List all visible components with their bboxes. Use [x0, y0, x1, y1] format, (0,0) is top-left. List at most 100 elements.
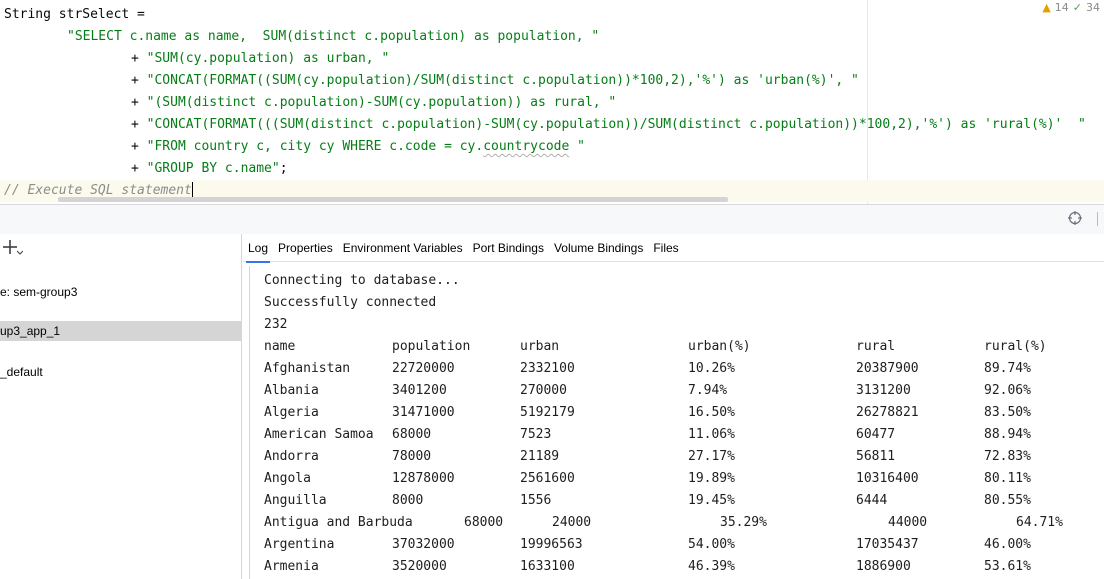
inspection-widget[interactable]: ▲ 14 ✓ 34 [1042, 0, 1100, 16]
log-table-cell: 2332100 [520, 361, 575, 376]
warning-count: 14 [1054, 1, 1069, 14]
log-line: 232 [264, 317, 288, 332]
log-table-cell: 53.61% [984, 559, 1031, 574]
code-line: + "(SUM(distinct c.population)-SUM(cy.po… [131, 92, 616, 114]
tab-files[interactable]: Files [648, 234, 683, 262]
log-table-cell: 35.29% [720, 515, 767, 530]
tab-properties[interactable]: Properties [273, 234, 338, 262]
log-table-cell: 78000 [392, 449, 432, 464]
log-table-cell: 64.71% [1016, 515, 1063, 530]
log-column-header: rural [856, 339, 896, 354]
code-line: String strSelect = [4, 4, 145, 26]
add-icon[interactable] [3, 238, 23, 256]
statement-terminator: ; [279, 161, 288, 176]
log-table-cell: Anguilla [264, 493, 327, 508]
code-line: "SELECT c.name as name, SUM(distinct c.p… [67, 26, 599, 48]
log-table-cell: Antigua and Barbuda [264, 515, 413, 530]
log-table-cell: 20387900 [856, 361, 919, 376]
string-literal: "SUM(cy.population) as urban, " [146, 51, 390, 66]
log-table-cell: Argentina [264, 537, 335, 552]
right-margin-guide [867, 0, 868, 204]
concat-operator: + [131, 117, 147, 132]
tool-window-header [0, 204, 1104, 234]
tree-item-network[interactable]: _default [0, 362, 43, 382]
log-table-cell: 8000 [392, 493, 424, 508]
log-table-cell: 21189 [520, 449, 560, 464]
log-table-cell: Albania [264, 383, 319, 398]
log-table-cell: 6444 [856, 493, 888, 508]
log-table-cell: 10.26% [688, 361, 735, 376]
log-table-cell: 11.06% [688, 427, 735, 442]
string-literal: "GROUP BY c.name" [146, 161, 280, 176]
log-table-cell: 80.55% [984, 493, 1031, 508]
log-table-cell: American Samoa [264, 427, 374, 442]
log-column-header: rural(%) [984, 339, 1047, 354]
log-table-cell: 7523 [520, 427, 552, 442]
crosshair-icon[interactable] [1068, 211, 1082, 225]
tab-volume-bindings[interactable]: Volume Bindings [549, 234, 648, 262]
log-table-cell: 27.17% [688, 449, 735, 464]
log-table-cell: 7.94% [688, 383, 728, 398]
log-table-cell: 22720000 [392, 361, 455, 376]
horizontal-scrollbar[interactable] [58, 197, 728, 202]
log-column-header: urban [520, 339, 560, 354]
services-tree: e: sem-group3 up3_app_1 _default [0, 234, 242, 579]
log-table-cell: 5192179 [520, 405, 575, 420]
code-line: + "FROM country c, city cy WHERE c.code … [131, 136, 585, 158]
log-line: Connecting to database... [264, 273, 460, 288]
tab-port-bindings[interactable]: Port Bindings [468, 234, 549, 262]
string-literal: "FROM country c, city cy WHERE c.code = … [146, 139, 585, 154]
log-table-cell: 2561600 [520, 471, 575, 486]
log-table-cell: 1556 [520, 493, 552, 508]
log-table-cell: 60477 [856, 427, 896, 442]
details-tabs: Log Properties Environment Variables Por… [243, 234, 1104, 263]
log-table-cell: 19996563 [520, 537, 583, 552]
concat-operator: + [131, 95, 147, 110]
log-table-cell: 26278821 [856, 405, 919, 420]
log-table-cell: 54.00% [688, 537, 735, 552]
check-count: 34 [1086, 1, 1100, 14]
warning-icon: ▲ [1042, 1, 1051, 14]
log-table-cell: 92.06% [984, 383, 1031, 398]
log-table-cell: 88.94% [984, 427, 1031, 442]
log-table-cell: Angola [264, 471, 311, 486]
code-line: + "CONCAT(FORMAT((SUM(cy.population)/SUM… [131, 70, 859, 92]
log-table-cell: 3520000 [392, 559, 447, 574]
concat-operator: + [131, 161, 147, 176]
tab-environment-variables[interactable]: Environment Variables [338, 234, 468, 262]
log-line: Successfully connected [264, 295, 437, 310]
code-editor[interactable]: ▲ 14 ✓ 34 String strSelect = "SELECT c.n… [0, 0, 1104, 204]
log-column-header: population [392, 339, 471, 354]
log-table-cell: 72.83% [984, 449, 1031, 464]
log-table-cell: 24000 [552, 515, 592, 530]
code-line: + "SUM(cy.population) as urban, " [131, 48, 389, 70]
log-table-cell: 68000 [464, 515, 504, 530]
tree-item-label: e: sem-group3 [0, 285, 78, 299]
concat-operator: + [131, 51, 147, 66]
log-table-cell: 89.74% [984, 361, 1031, 376]
log-table-cell: 12878000 [392, 471, 455, 486]
string-literal: "(SUM(distinct c.population)-SUM(cy.popu… [146, 95, 617, 110]
spelling-warning: countrycode [483, 139, 570, 154]
log-table-cell: 19.45% [688, 493, 735, 508]
code-line: + "GROUP BY c.name"; [131, 158, 288, 180]
log-table-cell: 1633100 [520, 559, 575, 574]
log-column-header: urban(%) [688, 339, 751, 354]
container-log-output[interactable]: Connecting to database... Successfully c… [249, 266, 1104, 579]
log-table-cell: Armenia [264, 559, 319, 574]
log-table-cell: 44000 [888, 515, 928, 530]
log-table-cell: 37032000 [392, 537, 455, 552]
log-table-cell: 270000 [520, 383, 567, 398]
tree-item-app-container[interactable]: up3_app_1 [0, 321, 241, 341]
typo-check-icon: ✓ [1072, 1, 1082, 14]
log-table-cell: 46.00% [984, 537, 1031, 552]
log-table-cell: 1886900 [856, 559, 911, 574]
tab-log[interactable]: Log [243, 234, 273, 263]
log-table-cell: 56811 [856, 449, 896, 464]
tree-item-project[interactable]: e: sem-group3 [0, 282, 77, 302]
log-table-cell: 10316400 [856, 471, 919, 486]
tree-item-label: up3_app_1 [0, 324, 61, 338]
log-table-cell: Algeria [264, 405, 319, 420]
log-table-cell: 80.11% [984, 471, 1031, 486]
string-literal: "CONCAT(FORMAT((SUM(cy.population)/SUM(d… [146, 73, 859, 88]
